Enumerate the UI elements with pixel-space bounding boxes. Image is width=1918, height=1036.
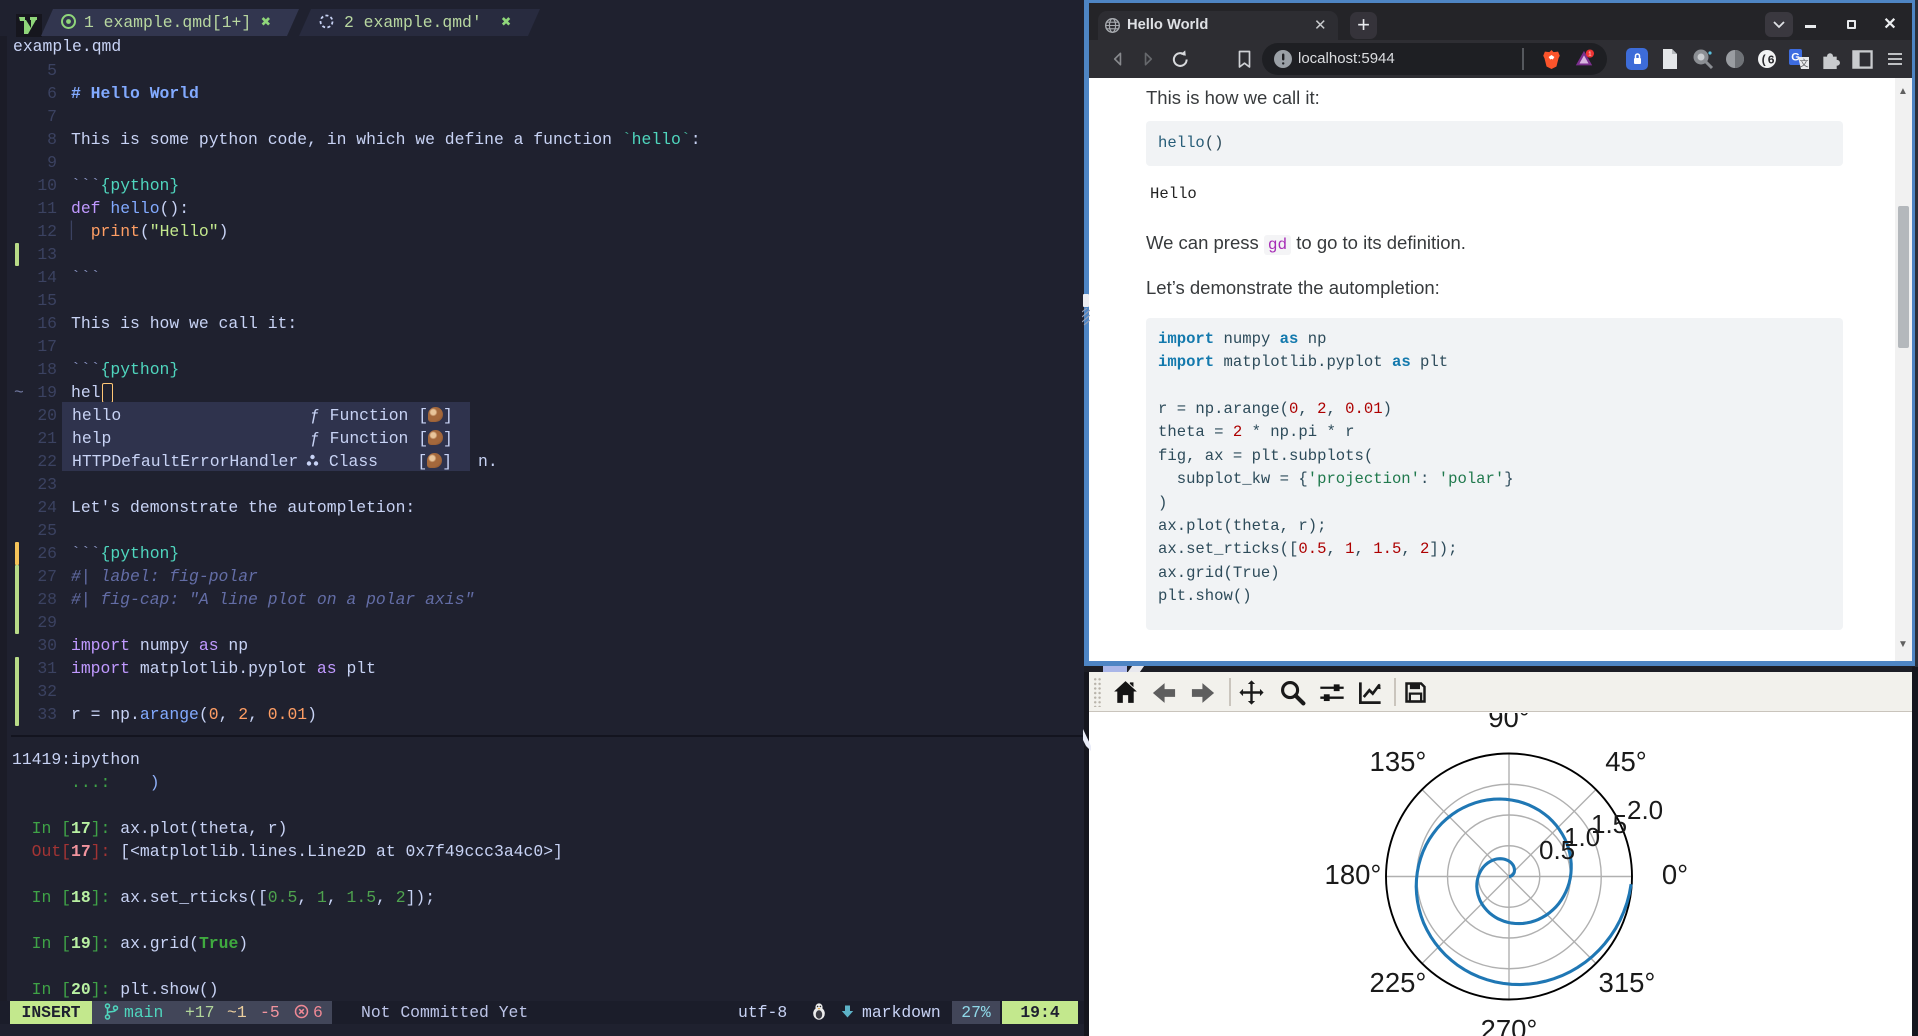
svg-text:45°: 45°: [1605, 746, 1647, 777]
svg-text:135°: 135°: [1370, 746, 1427, 777]
svg-text:270°: 270°: [1481, 1014, 1538, 1036]
svg-text:2.0: 2.0: [1627, 795, 1663, 825]
svg-text:1: 1: [1588, 51, 1591, 57]
svg-text:225°: 225°: [1370, 967, 1427, 998]
svg-text:(6: (6: [1760, 54, 1774, 68]
svg-text:1.5: 1.5: [1591, 809, 1627, 839]
svg-text:文: 文: [1799, 58, 1808, 69]
svg-text:180°: 180°: [1325, 859, 1382, 890]
svg-text:90°: 90°: [1488, 713, 1530, 733]
svg-text:0°: 0°: [1662, 859, 1688, 890]
svg-text:315°: 315°: [1599, 967, 1656, 998]
